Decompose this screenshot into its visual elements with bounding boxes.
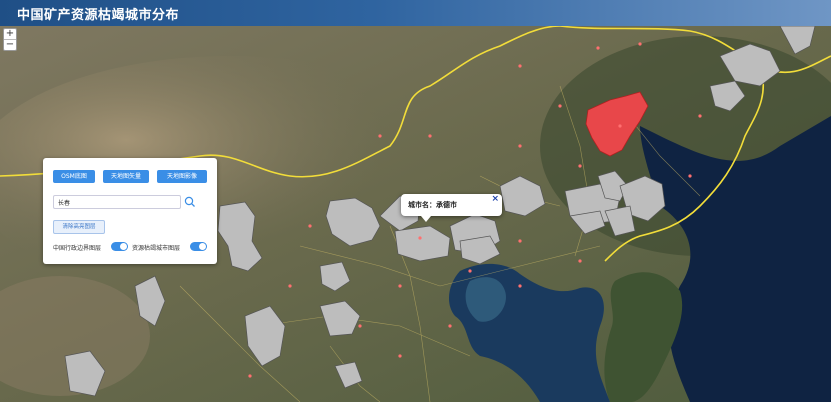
page-title: 中国矿产资源枯竭城市分布 [17,7,180,23]
search-input[interactable] [53,195,181,209]
zoom-out-button[interactable]: − [4,40,16,50]
search-icon[interactable] [184,196,196,208]
title-bar: 中国矿产资源枯竭城市分布 [0,0,831,26]
boundary-layer-toggle[interactable] [111,242,128,251]
popup-city-name: 城市名：承德市 [408,201,457,209]
popup-close-icon[interactable]: × [491,194,499,204]
tianditu-vector-button[interactable]: 天地图矢量 [103,170,149,183]
control-panel: OSM底图 天地图矢量 天地图影像 清除高亮图层 中国行政边界图层 资源枯竭城市… [43,158,217,264]
osm-basemap-button[interactable]: OSM底图 [53,170,95,183]
depleted-city-layer-toggle[interactable] [190,242,207,251]
depleted-city-layer-label: 资源枯竭城市图层 [132,245,181,252]
tianditu-imagery-button[interactable]: 天地图影像 [157,170,207,183]
boundary-layer-label: 中国行政边界图层 [53,245,102,252]
clear-highlight-button[interactable]: 清除高亮图层 [53,220,105,234]
city-popup: 城市名：承德市 × [401,194,502,222]
zoom-control: + − [3,28,17,51]
